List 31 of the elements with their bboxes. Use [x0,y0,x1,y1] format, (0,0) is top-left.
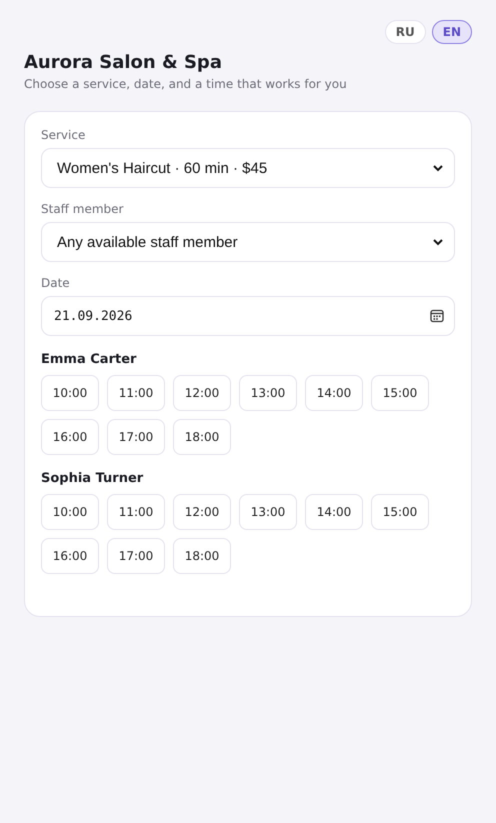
time-slot-button[interactable]: 14:00 [305,375,363,411]
field-label: Service [41,128,86,142]
field-label: Staff member [41,202,124,216]
page-title: Aurora Salon & Spa [24,52,223,73]
date-field[interactable]: 21.09.2026 [41,296,455,336]
field-label: Date [41,276,71,290]
time-slot-button[interactable]: 13:00 [239,494,297,530]
language-button[interactable]: RU [384,20,426,44]
time-slot-button[interactable]: 13:00 [239,375,297,411]
time-slot-button[interactable]: 17:00 [107,419,165,455]
time-slot-button[interactable]: 17:00 [107,538,165,574]
time-slot-button[interactable]: 15:00 [371,494,429,530]
time-slot-button[interactable]: 12:00 [173,375,231,411]
staff-name: Sophia Turner [41,471,144,486]
time-slot-button[interactable]: 10:00 [41,375,99,411]
time-slot-button[interactable]: 10:00 [41,494,99,530]
calendar-icon [430,309,444,323]
time-slot-button[interactable]: 16:00 [41,538,99,574]
select-field[interactable]: Any available staff member [41,222,455,262]
staff-name: Emma Carter [41,352,138,367]
time-slot-button[interactable]: 12:00 [173,494,231,530]
time-slot-button[interactable]: 14:00 [305,494,363,530]
time-slot-button[interactable]: 11:00 [107,375,165,411]
language-button[interactable]: EN [432,20,472,44]
page-subtitle: Choose a service, date, and a time that works for you [24,77,348,91]
select-field[interactable]: Women's Haircut · 60 min · $45 [41,148,455,188]
time-slot-button[interactable]: 15:00 [371,375,429,411]
time-slot-button[interactable]: 18:00 [173,419,231,455]
time-slot-button[interactable]: 16:00 [41,419,99,455]
time-slot-button[interactable]: 18:00 [173,538,231,574]
time-slot-button[interactable]: 11:00 [107,494,165,530]
